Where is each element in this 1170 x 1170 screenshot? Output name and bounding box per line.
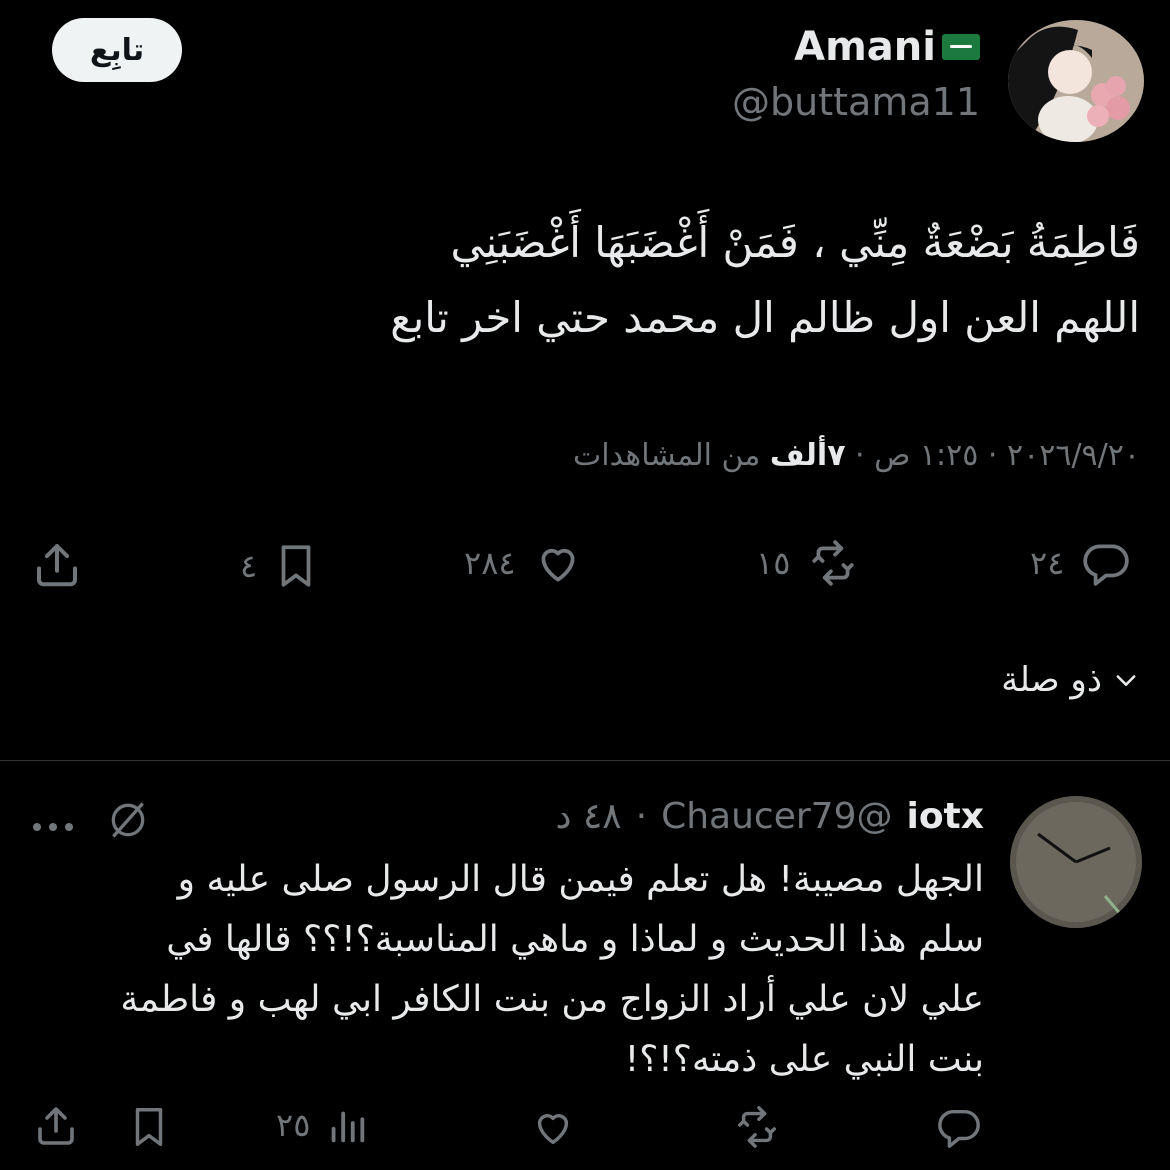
repost-icon [812, 540, 854, 586]
follow-button[interactable]: تابِع [52, 18, 182, 82]
chevron-down-icon [1116, 675, 1136, 686]
related-label: ذو صلة [1001, 660, 1102, 700]
tweet-line: فَاطِمَةُ بَضْعَةٌ مِنِّي ، فَمَنْ أَغْض… [450, 218, 1140, 267]
bookmark-icon [135, 1108, 163, 1146]
share-icon [36, 543, 78, 587]
like-button[interactable]: ٢٨٤ [464, 538, 586, 588]
bookmark-button[interactable]: ٤ [240, 538, 321, 594]
flag-sa-icon [942, 34, 980, 60]
reply-views[interactable]: ٢٥ [276, 1102, 370, 1148]
share-button[interactable] [30, 536, 84, 592]
bookmark-count: ٤ [240, 547, 258, 585]
tweet-date[interactable]: ٢٠٢٦/٩/٢٠ [1007, 438, 1140, 473]
repost-icon [738, 1106, 776, 1148]
avatar[interactable] [1008, 20, 1144, 142]
reply-repost-button[interactable] [730, 1104, 784, 1150]
display-name[interactable]: Amani [794, 24, 980, 70]
display-name-text: Amani [794, 24, 936, 70]
repost-button[interactable]: ١٥ [756, 538, 862, 588]
reply-avatar[interactable] [1010, 796, 1142, 928]
reply-button[interactable]: ٢٤ [1030, 538, 1134, 588]
grok-icon [111, 802, 145, 838]
reply-count: ٢٤ [1030, 544, 1065, 582]
tweet-time[interactable]: ١:٢٥ ص [874, 438, 978, 473]
reply-views-count: ٢٥ [276, 1106, 311, 1144]
more-icon [33, 823, 73, 831]
reply-time[interactable]: ٤٨ د [555, 796, 621, 837]
heart-icon [537, 1114, 569, 1145]
bookmark-icon [281, 545, 311, 587]
reply-icon [938, 1109, 980, 1148]
reply-text: الجهل مصيبة! هل تعلم فيمن قال الرسول صلى… [34, 850, 984, 1090]
reply-icon [1083, 544, 1130, 586]
views-count: ٧ألف [769, 438, 846, 473]
divider [0, 760, 1170, 761]
reply-line: الجهل مصيبة! هل تعلم فيمن قال الرسول صلى… [177, 859, 984, 900]
reply-line: بنت النبي على ذمته؟!؟! [624, 1039, 984, 1080]
reply-display-name[interactable]: iotx [906, 796, 984, 837]
like-count: ٢٨٤ [464, 544, 516, 582]
tweet-text: فَاطِمَةُ بَضْعَةٌ مِنِّي ، فَمَنْ أَغْض… [40, 205, 1140, 355]
reply-header: iotx @Chaucer79 · ٤٨ د [555, 796, 984, 837]
reply-line: علي لان علي أراد الزواج من بنت الكافر اب… [120, 979, 984, 1020]
tweet-meta: ٢٠٢٦/٩/٢٠ · ١:٢٥ ص · ٧ألف من المشاهدات [573, 438, 1140, 473]
reply-share-button[interactable] [32, 1100, 80, 1150]
views-icon [332, 1111, 365, 1143]
reply-like-button[interactable] [528, 1104, 578, 1150]
user-handle[interactable]: @buttama11 [732, 80, 980, 124]
grok-button[interactable] [102, 798, 154, 846]
share-icon [38, 1107, 74, 1145]
reply-bookmark-button[interactable] [126, 1102, 172, 1152]
reply-line: سلم هذا الحديث و لماذا و ماهي المناسبة؟!… [166, 919, 984, 960]
reply-handle[interactable]: @Chaucer79 [661, 796, 892, 837]
related-dropdown[interactable]: ذو صلة [1001, 660, 1140, 700]
heart-icon [541, 548, 575, 582]
reply-reply-button[interactable] [934, 1104, 984, 1150]
repost-count: ١٥ [756, 544, 791, 582]
tweet-line: اللهم العن اول ظالم ال محمد حتي اخر تابع [390, 293, 1140, 342]
more-button[interactable] [30, 808, 76, 843]
views-label: من المشاهدات [573, 438, 761, 473]
